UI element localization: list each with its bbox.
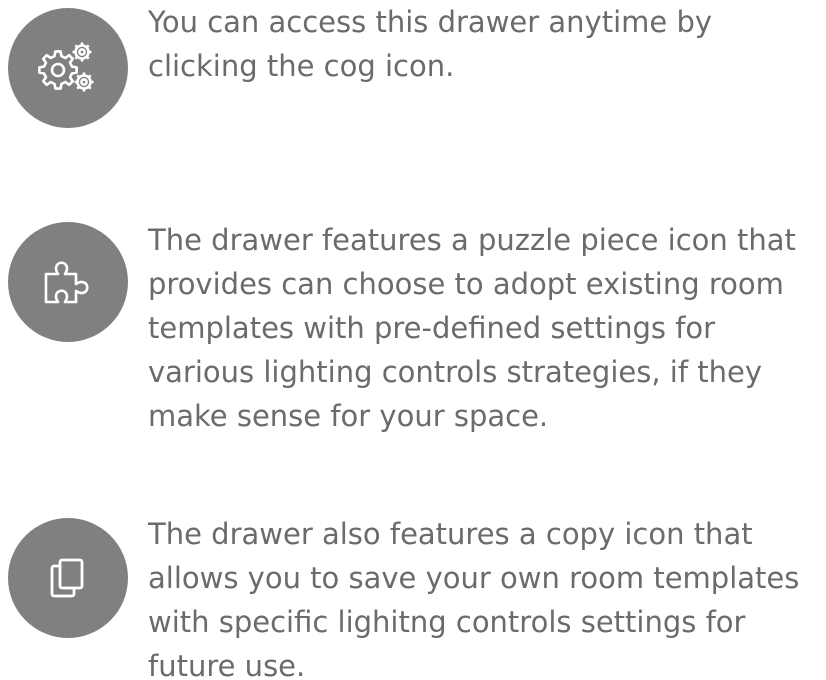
help-drawer-tips: You can access this drawer anytime by cl… bbox=[0, 0, 826, 680]
copy-icon-badge bbox=[8, 518, 128, 638]
puzzle-icon-badge bbox=[8, 222, 128, 342]
cog-icon bbox=[38, 42, 94, 92]
cog-icon-badge bbox=[8, 8, 128, 128]
tip-text-puzzle: The drawer features a puzzle piece icon … bbox=[148, 223, 796, 433]
puzzle-piece-icon bbox=[44, 261, 89, 304]
tip-text-cog: You can access this drawer anytime by cl… bbox=[148, 5, 713, 83]
tip-text-copy: The drawer also features a copy icon tha… bbox=[148, 517, 800, 680]
copy-icon bbox=[50, 558, 84, 598]
